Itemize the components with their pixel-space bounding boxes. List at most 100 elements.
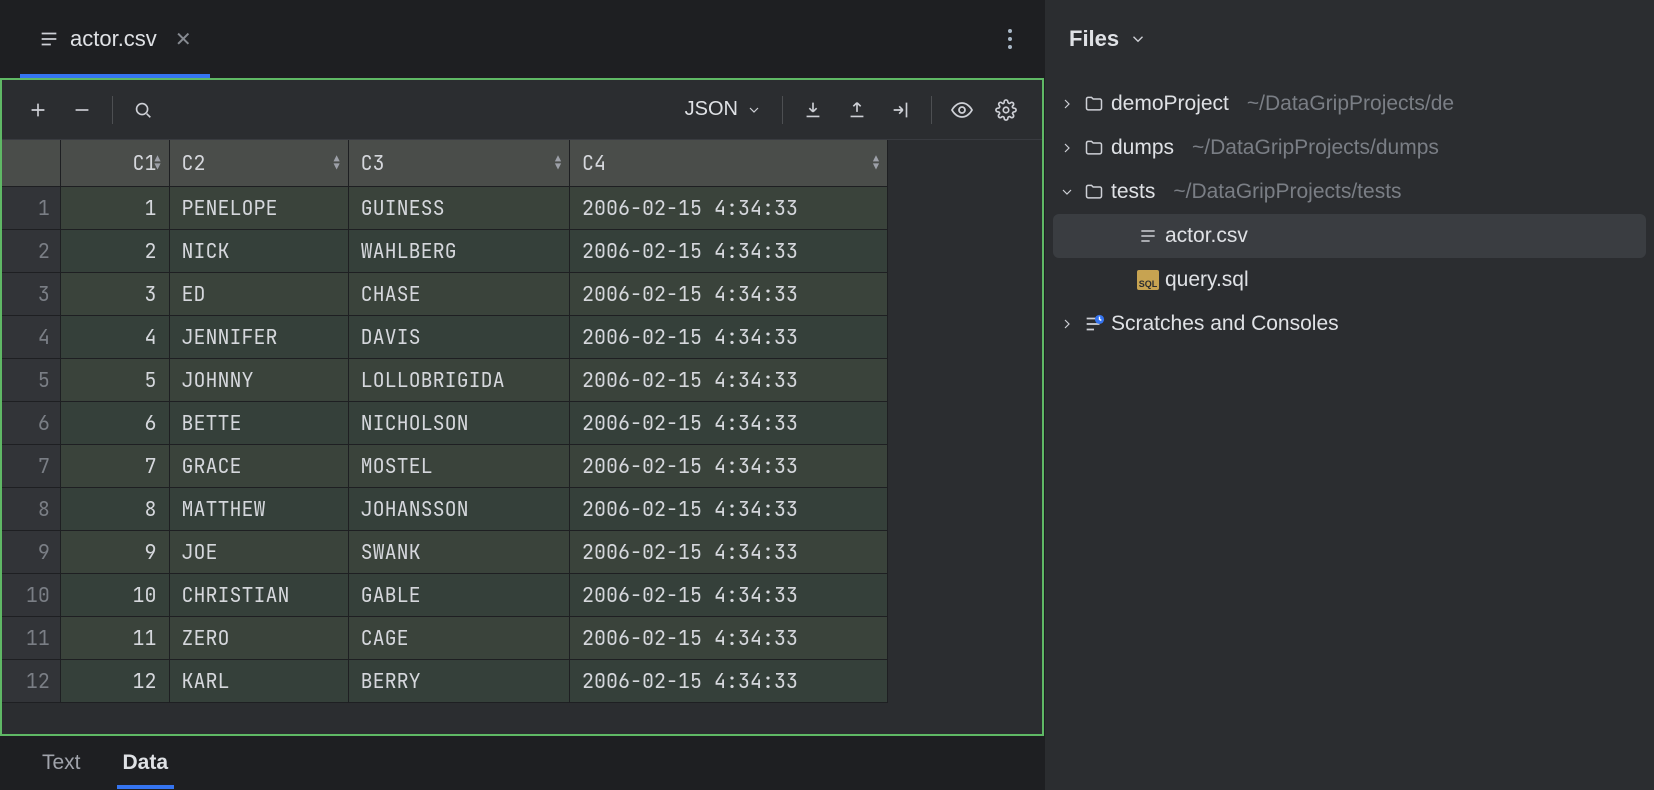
cell[interactable]: 10 [60,573,169,616]
cell[interactable]: NICHOLSON [348,401,569,444]
files-panel: Files demoProject ~/DataGripProjects/de … [1044,0,1654,790]
row-number: 4 [2,315,60,358]
cell[interactable]: JOHNNY [169,358,348,401]
to-editor-button[interactable] [881,90,921,130]
folder-icon [1083,181,1105,203]
table-row[interactable]: 55JOHNNYLOLLOBRIGIDA2006-02-15 4:34:33 [2,358,888,401]
column-header-c3[interactable]: C3▲▼ [348,140,569,186]
cell[interactable]: 7 [60,444,169,487]
files-header[interactable]: Files [1045,0,1654,78]
sort-icon: ▲▼ [555,155,561,171]
tree-node-scratches[interactable]: Scratches and Consoles [1053,302,1646,346]
tab-data[interactable]: Data [117,739,175,787]
table-row[interactable]: 1111ZEROCAGE2006-02-15 4:34:33 [2,616,888,659]
cell[interactable]: LOLLOBRIGIDA [348,358,569,401]
cell[interactable]: 2006-02-15 4:34:33 [570,616,888,659]
more-icon[interactable] [996,25,1024,53]
cell[interactable]: 2006-02-15 4:34:33 [570,530,888,573]
folder-icon [1083,93,1105,115]
search-button[interactable] [123,90,163,130]
cell[interactable]: BETTE [169,401,348,444]
tree-node-actor-csv[interactable]: actor.csv [1053,214,1646,258]
cell[interactable]: CHASE [348,272,569,315]
table-row[interactable]: 99JOESWANK2006-02-15 4:34:33 [2,530,888,573]
editor-pane: actor.csv ✕ JSON [0,0,1044,790]
cell[interactable]: JENNIFER [169,315,348,358]
cell[interactable]: PENELOPE [169,186,348,229]
cell[interactable]: 5 [60,358,169,401]
cell[interactable]: GRACE [169,444,348,487]
data-grid[interactable]: C1▲▼ C2▲▼ C3▲▼ C4▲▼ 11PENELOPEGUINESS200… [2,140,1042,734]
tab-actor-csv[interactable]: actor.csv ✕ [20,0,210,78]
cell[interactable]: GABLE [348,573,569,616]
cell[interactable]: 2006-02-15 4:34:33 [570,186,888,229]
view-button[interactable] [942,90,982,130]
row-number: 3 [2,272,60,315]
table-row[interactable]: 1010CHRISTIANGABLE2006-02-15 4:34:33 [2,573,888,616]
cell[interactable]: SWANK [348,530,569,573]
cell[interactable]: 6 [60,401,169,444]
table-row[interactable]: 88MATTHEWJOHANSSON2006-02-15 4:34:33 [2,487,888,530]
cell[interactable]: BERRY [348,659,569,702]
cell[interactable]: 12 [60,659,169,702]
tab-text[interactable]: Text [36,739,87,787]
cell[interactable]: ZERO [169,616,348,659]
cell[interactable]: 3 [60,272,169,315]
tree-node-demoproject[interactable]: demoProject ~/DataGripProjects/de [1053,82,1646,126]
cell[interactable]: 8 [60,487,169,530]
cell[interactable]: 2 [60,229,169,272]
remove-row-button[interactable] [62,90,102,130]
import-button[interactable] [793,90,833,130]
tree-node-tests[interactable]: tests ~/DataGripProjects/tests [1053,170,1646,214]
cell[interactable]: ED [169,272,348,315]
tree-node-dumps[interactable]: dumps ~/DataGripProjects/dumps [1053,126,1646,170]
table-row[interactable]: 77GRACEMOSTEL2006-02-15 4:34:33 [2,444,888,487]
sort-icon: ▲▼ [155,155,161,171]
settings-button[interactable] [986,90,1026,130]
table-row[interactable]: 33EDCHASE2006-02-15 4:34:33 [2,272,888,315]
export-format-dropdown[interactable]: JSON [673,98,774,121]
cell[interactable]: MATTHEW [169,487,348,530]
cell[interactable]: 2006-02-15 4:34:33 [570,444,888,487]
column-header-c2[interactable]: C2▲▼ [169,140,348,186]
cell[interactable]: 2006-02-15 4:34:33 [570,659,888,702]
table-row[interactable]: 44JENNIFERDAVIS2006-02-15 4:34:33 [2,315,888,358]
tree-node-query-sql[interactable]: query.sql [1053,258,1646,302]
table-row[interactable]: 11PENELOPEGUINESS2006-02-15 4:34:33 [2,186,888,229]
data-toolbar: JSON [2,80,1042,140]
cell[interactable]: NICK [169,229,348,272]
table-row[interactable]: 66BETTENICHOLSON2006-02-15 4:34:33 [2,401,888,444]
file-lines-icon [38,28,60,50]
cell[interactable]: 2006-02-15 4:34:33 [570,272,888,315]
cell[interactable]: 2006-02-15 4:34:33 [570,487,888,530]
row-number: 6 [2,401,60,444]
cell[interactable]: CHRISTIAN [169,573,348,616]
cell[interactable]: 9 [60,530,169,573]
cell[interactable]: 2006-02-15 4:34:33 [570,573,888,616]
cell[interactable]: DAVIS [348,315,569,358]
table-row[interactable]: 1212KARLBERRY2006-02-15 4:34:33 [2,659,888,702]
cell[interactable]: JOE [169,530,348,573]
cell[interactable]: 2006-02-15 4:34:33 [570,401,888,444]
column-header-c1[interactable]: C1▲▼ [60,140,169,186]
cell[interactable]: 2006-02-15 4:34:33 [570,358,888,401]
close-icon[interactable]: ✕ [175,27,192,52]
sort-icon: ▲▼ [873,155,879,171]
row-number-header[interactable] [2,140,60,186]
column-header-c4[interactable]: C4▲▼ [570,140,888,186]
cell[interactable]: 11 [60,616,169,659]
cell[interactable]: 2006-02-15 4:34:33 [570,315,888,358]
cell[interactable]: KARL [169,659,348,702]
cell[interactable]: GUINESS [348,186,569,229]
cell[interactable]: CAGE [348,616,569,659]
table-row[interactable]: 22NICKWAHLBERG2006-02-15 4:34:33 [2,229,888,272]
separator [112,96,113,124]
cell[interactable]: 1 [60,186,169,229]
add-row-button[interactable] [18,90,58,130]
cell[interactable]: JOHANSSON [348,487,569,530]
cell[interactable]: 4 [60,315,169,358]
cell[interactable]: MOSTEL [348,444,569,487]
cell[interactable]: WAHLBERG [348,229,569,272]
export-button[interactable] [837,90,877,130]
cell[interactable]: 2006-02-15 4:34:33 [570,229,888,272]
